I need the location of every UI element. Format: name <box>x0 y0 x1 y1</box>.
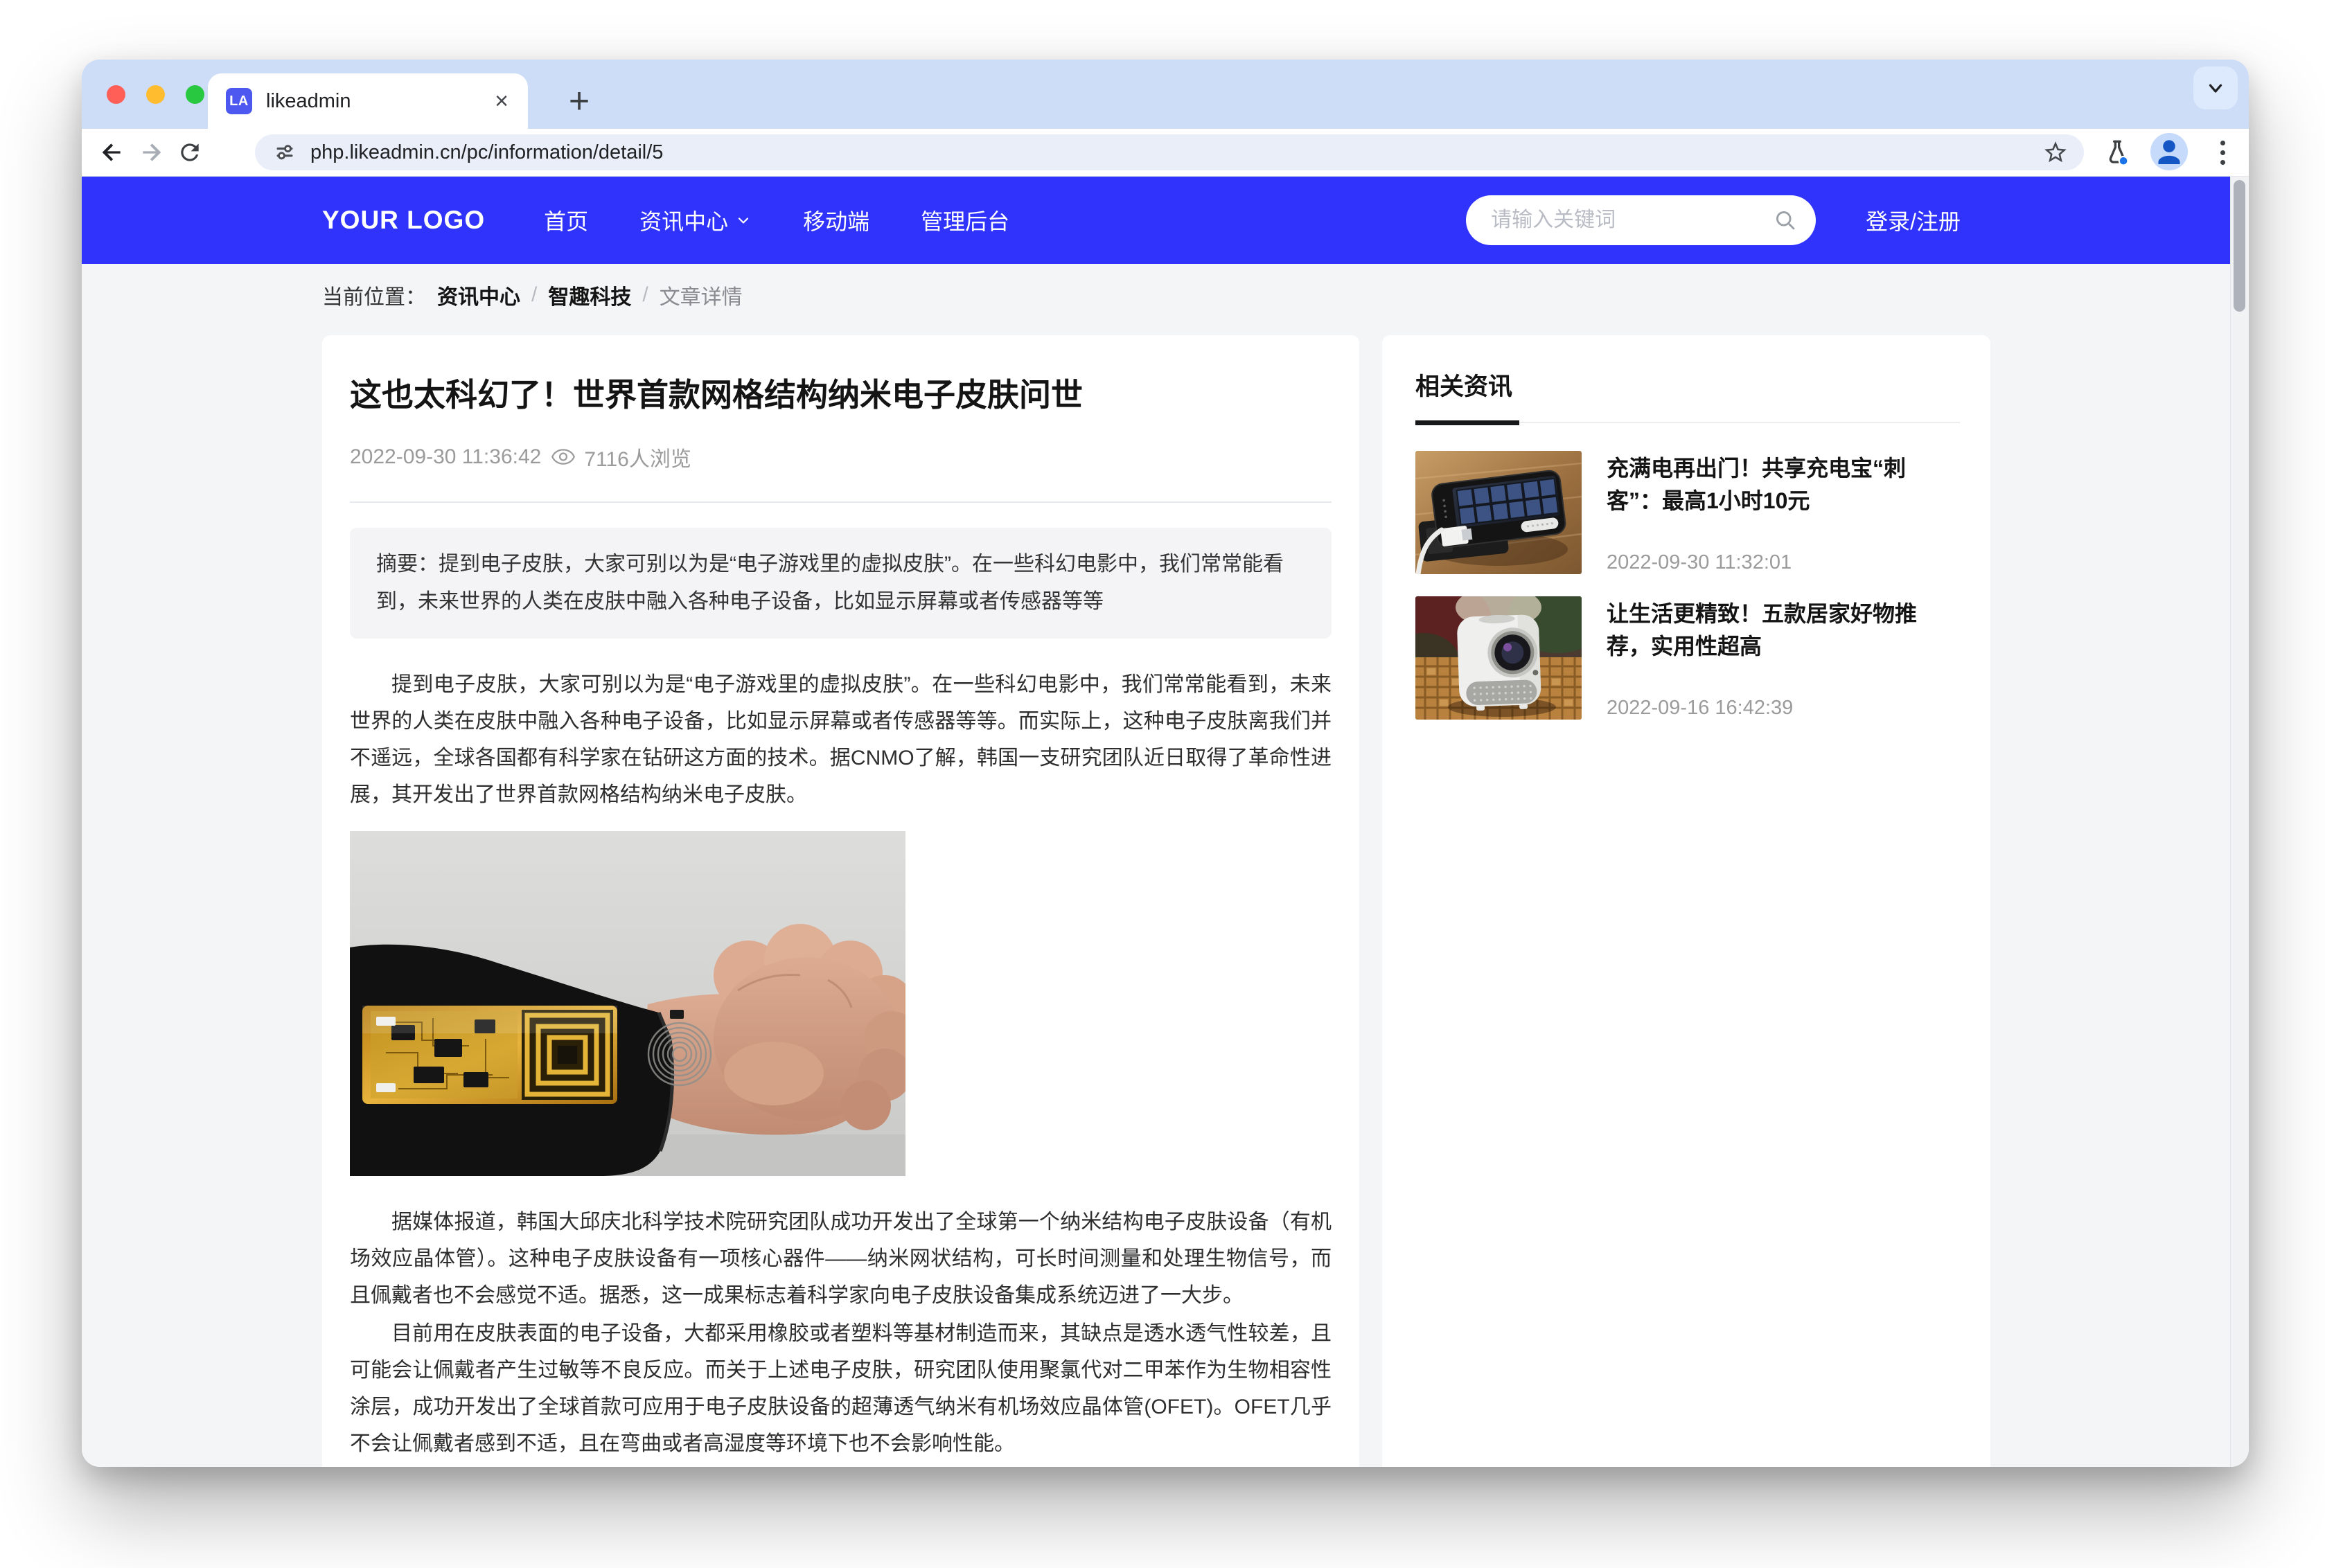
breadcrumb-current: 文章详情 <box>660 280 743 310</box>
nav-item-label: 资讯中心 <box>639 204 728 236</box>
site-favicon: LA <box>226 88 252 114</box>
flask-icon <box>2103 138 2132 167</box>
eye-icon <box>551 447 576 466</box>
article-title: 这也太科幻了！世界首款网格结构纳米电子皮肤问世 <box>350 375 1332 416</box>
profile-avatar-button[interactable] <box>2150 133 2188 170</box>
scrollbar-thumb[interactable] <box>2234 180 2245 312</box>
nav-item-news-center[interactable]: 资讯中心 <box>639 204 752 236</box>
related-news-card: 相关资讯 <box>1382 335 1990 1467</box>
web-page: YOUR LOGO 首页 资讯中心 移动端 管理后台 登录/ <box>82 177 2231 1467</box>
nav-item-home[interactable]: 首页 <box>544 204 588 236</box>
breadcrumb-separator: / <box>531 283 537 307</box>
reload-button[interactable] <box>170 133 209 172</box>
forward-arrow-icon <box>137 139 165 166</box>
search-input[interactable] <box>1489 208 1773 233</box>
browser-tab[interactable]: LA likeadmin × <box>208 73 528 129</box>
browser-tab-strip: LA likeadmin × + <box>82 60 2249 129</box>
related-item[interactable]: 让生活更精致！五款居家好物推荐，实用性超高 2022-09-16 16:42:3… <box>1415 596 1960 720</box>
article-summary: 摘要：提到电子皮肤，大家可别以为是“电子游戏里的虚拟皮肤”。在一些科幻电影中，我… <box>350 528 1332 639</box>
back-arrow-icon <box>98 139 126 166</box>
breadcrumb-prefix: 当前位置： <box>322 280 426 310</box>
related-item-date: 2022-09-16 16:42:39 <box>1607 697 1793 720</box>
related-item[interactable]: 充满电再出门！共享充电宝“刺客”：最高1小时10元 2022-09-30 11:… <box>1415 451 1960 574</box>
chevron-down-icon <box>2205 78 2226 98</box>
related-news-title: 相关资讯 <box>1415 367 1960 402</box>
bookmark-star-button[interactable] <box>2042 139 2069 166</box>
site-settings-tune-icon[interactable] <box>273 141 297 164</box>
forward-button[interactable] <box>132 133 170 172</box>
related-item-title[interactable]: 让生活更精致！五款居家好物推荐，实用性超高 <box>1607 598 1960 663</box>
browser-window: LA likeadmin × + <box>82 60 2249 1467</box>
tab-search-button[interactable] <box>2193 66 2238 109</box>
tab-title: likeadmin <box>266 90 495 113</box>
breadcrumb-category[interactable]: 智趣科技 <box>548 280 631 310</box>
related-item-title[interactable]: 充满电再出门！共享充电宝“刺客”：最高1小时10元 <box>1607 452 1960 517</box>
page-scrollbar[interactable] <box>2230 177 2249 1467</box>
breadcrumb: 当前位置： 资讯中心 / 智趣科技 / 文章详情 <box>82 264 2231 326</box>
article-body: 提到电子皮肤，大家可别以为是“电子游戏里的虚拟皮肤”。在一些科幻电影中，我们常常… <box>350 666 1332 1462</box>
breadcrumb-separator: / <box>642 283 648 307</box>
article-paragraph: 目前用在皮肤表面的电子设备，大都采用橡胶或者塑料等基材制造而来，其缺点是透水透气… <box>350 1315 1332 1462</box>
related-item-thumbnail[interactable] <box>1415 596 1582 720</box>
breadcrumb-news-center[interactable]: 资讯中心 <box>437 280 520 310</box>
related-item-thumbnail[interactable] <box>1415 451 1582 574</box>
url-text[interactable]: php.likeadmin.cn/pc/information/detail/5 <box>310 141 663 164</box>
fullscreen-window-button[interactable] <box>186 85 204 104</box>
experiments-flask-button[interactable] <box>2098 133 2137 172</box>
article-image <box>350 831 905 1176</box>
main-navigation: 首页 资讯中心 移动端 管理后台 <box>544 204 1009 236</box>
browser-menu-button[interactable] <box>2203 133 2242 172</box>
close-window-button[interactable] <box>107 85 125 104</box>
view-count: 7116人浏览 <box>584 442 691 472</box>
login-register-link[interactable]: 登录/注册 <box>1866 204 1961 236</box>
back-button[interactable] <box>93 133 132 172</box>
publish-time: 2022-09-30 11:36:42 <box>350 445 541 469</box>
minimize-window-button[interactable] <box>146 85 165 104</box>
article-meta: 2022-09-30 11:36:42 7116人浏览 <box>350 442 1332 472</box>
reload-icon <box>177 139 203 166</box>
search-icon[interactable] <box>1773 208 1798 233</box>
site-logo[interactable]: YOUR LOGO <box>322 206 485 235</box>
star-icon <box>2042 139 2069 166</box>
article-card: 这也太科幻了！世界首款网格结构纳米电子皮肤问世 2022-09-30 11:36… <box>322 335 1359 1467</box>
nav-item-mobile[interactable]: 移动端 <box>803 204 869 236</box>
user-avatar-icon <box>2150 133 2188 170</box>
search-box[interactable] <box>1466 195 1816 245</box>
related-item-date: 2022-09-30 11:32:01 <box>1607 551 1792 574</box>
divider <box>350 501 1332 503</box>
site-header: YOUR LOGO 首页 资讯中心 移动端 管理后台 登录/ <box>82 177 2231 264</box>
tab-close-icon[interactable]: × <box>495 89 509 113</box>
divider <box>1415 422 1960 423</box>
article-paragraph: 据媒体报道，韩国大邱庆北科学技术院研究团队成功开发出了全球第一个纳米结构电子皮肤… <box>350 1204 1332 1314</box>
browser-toolbar: php.likeadmin.cn/pc/information/detail/5 <box>82 129 2249 177</box>
article-paragraph: 提到电子皮肤，大家可别以为是“电子游戏里的虚拟皮肤”。在一些科幻电影中，我们常常… <box>350 666 1332 813</box>
new-tab-button[interactable]: + <box>554 76 604 126</box>
nav-item-admin[interactable]: 管理后台 <box>921 204 1009 236</box>
url-address-bar[interactable]: php.likeadmin.cn/pc/information/detail/5 <box>255 134 2084 170</box>
chevron-down-icon <box>735 212 752 229</box>
